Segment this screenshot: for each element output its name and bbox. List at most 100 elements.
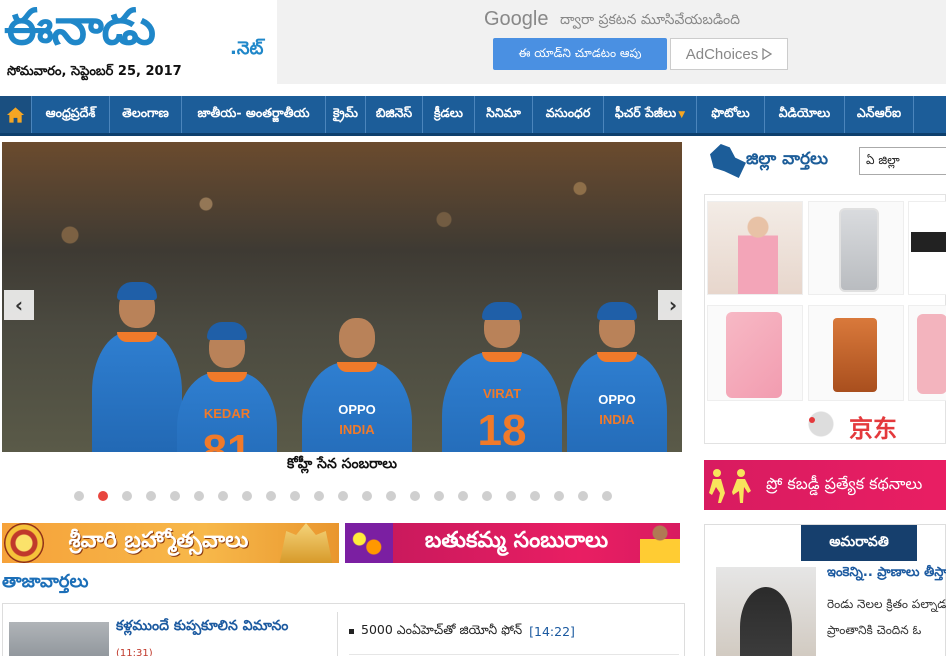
nav-label: క్రీడలు bbox=[434, 105, 463, 120]
jd-mascot-icon bbox=[799, 409, 843, 439]
bullet-icon bbox=[349, 629, 354, 634]
google-logo: Google bbox=[484, 8, 549, 30]
latest-news-box: కళ్లముందే కుప్పకూలిన విమానం (11:31) 5000… bbox=[2, 603, 685, 656]
news-thumbnail[interactable] bbox=[9, 622, 109, 656]
slide-caption[interactable]: కోహ్లీ సేన సంబరాలు bbox=[2, 456, 682, 475]
nav-label: ఆంధ్రప్రదేశ్ bbox=[45, 105, 96, 120]
slider-dot[interactable] bbox=[266, 491, 276, 501]
bathukamma-banner[interactable]: బతుకమ్మ సంబురాలు bbox=[345, 523, 680, 563]
slider-dot[interactable] bbox=[602, 491, 612, 501]
banner-text: బతుకమ్మ సంబురాలు bbox=[424, 528, 609, 553]
nav-nri[interactable]: ఎన్ఆర్ఐ bbox=[845, 96, 914, 133]
district-title[interactable]: జిల్లా వార్తలు bbox=[746, 149, 828, 173]
nav-label: సినిమా bbox=[486, 105, 521, 120]
nav-cinema[interactable]: సినిమా bbox=[475, 96, 533, 133]
slider-dot[interactable] bbox=[554, 491, 564, 501]
tab-amaravati[interactable]: అమరావతి bbox=[801, 525, 917, 561]
nav-national-international[interactable]: జాతీయ- అంతర్జాతీయ bbox=[182, 96, 326, 133]
slider-dot[interactable] bbox=[530, 491, 540, 501]
slider-dot[interactable] bbox=[146, 491, 156, 501]
news-time: (11:31) bbox=[116, 648, 153, 656]
news-summary: రెండు నెలల క్రితం పల్నాడు bbox=[827, 597, 946, 611]
slider-dot[interactable] bbox=[362, 491, 372, 501]
player-virat: VIRAT 18 bbox=[442, 302, 562, 452]
nav-vasundhara[interactable]: వసుంధర bbox=[533, 96, 604, 133]
google-ad-box: Google ద్వారా ప్రకటన మూసివేయబడింది ఈ యాడ… bbox=[277, 0, 946, 84]
slider-dot[interactable] bbox=[434, 491, 444, 501]
slider-dot[interactable] bbox=[506, 491, 516, 501]
product-image[interactable] bbox=[908, 201, 946, 295]
nav-telangana[interactable]: తెలంగాణ bbox=[110, 96, 182, 133]
news-time: [14:22] bbox=[529, 624, 575, 639]
logo-text: ఈనాడు bbox=[4, 0, 156, 56]
nav-videos[interactable]: వీడియోలు bbox=[765, 96, 845, 133]
nav-sports[interactable]: క్రీడలు bbox=[423, 96, 475, 133]
jersey-country: INDIA bbox=[599, 412, 635, 427]
adchoices-icon bbox=[762, 48, 773, 60]
jersey-number: 18 bbox=[477, 406, 527, 452]
kabaddi-banner[interactable]: ప్రో కబడ్డీ ప్రత్యేక కథనాలు bbox=[704, 460, 946, 510]
slider-dot[interactable] bbox=[170, 491, 180, 501]
news-summary: ప్రాంతానికి చెందిన ఓ bbox=[827, 623, 922, 637]
chevron-left-icon: ‹ bbox=[14, 293, 24, 317]
slider-next-button[interactable]: › bbox=[658, 290, 682, 320]
brahmotsavam-banner[interactable]: శ్రీవారి బ్రహ్మోత్సవాలు bbox=[2, 523, 339, 563]
product-image[interactable] bbox=[908, 305, 946, 401]
amaravati-section: అమరావతి ఇంకెన్ని.. ప్రాణాలు తీస్తారు రెం… bbox=[704, 524, 946, 656]
jd-logo: 京东 bbox=[849, 415, 897, 443]
latest-news-title[interactable]: తాజావార్తలు bbox=[2, 571, 88, 596]
slider-dot[interactable] bbox=[578, 491, 588, 501]
product-image[interactable] bbox=[707, 201, 803, 295]
nav-andhra-pradesh[interactable]: ఆంధ్రప్రదేశ్ bbox=[32, 96, 110, 133]
nav-home[interactable] bbox=[0, 96, 32, 133]
news-headline[interactable]: కళ్లముందే కుప్పకూలిన విమానం bbox=[116, 618, 288, 637]
slider-prev-button[interactable]: ‹ bbox=[4, 290, 34, 320]
site-logo[interactable]: ఈనాడు .నెట్ bbox=[4, 0, 274, 64]
district-news: జిల్లా వార్తలు ఏ జిల్లా bbox=[704, 142, 946, 182]
slider-dot[interactable] bbox=[458, 491, 468, 501]
slider-dot[interactable] bbox=[410, 491, 420, 501]
nav-label: తెలంగాణ bbox=[122, 105, 169, 120]
current-date: సోమవారం, సెప్టెంబర్ 25, 2017 bbox=[7, 64, 182, 79]
news-headline[interactable]: ఇంకెన్ని.. ప్రాణాలు తీస్తారు bbox=[827, 565, 946, 583]
slider-dot[interactable] bbox=[242, 491, 252, 501]
home-icon bbox=[6, 106, 25, 123]
slider-dot[interactable] bbox=[290, 491, 300, 501]
list-item[interactable]: 5000 ఎంఏహెచ్‌తో జియోనీ ఫోన్ [14:22] bbox=[349, 622, 575, 641]
jersey-name: KEDAR bbox=[203, 406, 251, 421]
slider-dot[interactable] bbox=[338, 491, 348, 501]
temple-icon bbox=[279, 523, 333, 563]
slider-dot[interactable] bbox=[314, 491, 324, 501]
product-image[interactable] bbox=[808, 201, 904, 295]
nav-label: ఎన్ఆర్ఐ bbox=[856, 105, 902, 120]
slider-dot[interactable] bbox=[194, 491, 204, 501]
news-slider[interactable]: KEDAR 81 OPPO INDIA VIRAT 18 OPPO INDIA … bbox=[2, 142, 682, 452]
district-select[interactable]: ఏ జిల్లా bbox=[859, 147, 946, 175]
jd-mascot-accent bbox=[809, 417, 815, 423]
product-image[interactable] bbox=[808, 305, 904, 401]
player-figure bbox=[92, 282, 182, 452]
ap-map-icon bbox=[710, 144, 746, 178]
news-thumbnail[interactable] bbox=[716, 567, 816, 656]
nav-label: బిజినెస్ bbox=[375, 105, 413, 120]
jd-ad[interactable]: 京东 bbox=[704, 194, 946, 444]
slider-dot[interactable] bbox=[386, 491, 396, 501]
nav-label: వీడియోలు bbox=[778, 105, 831, 120]
stop-ad-button[interactable]: ఈ యాడ్‌ని చూడటం ఆపు bbox=[493, 38, 667, 70]
slider-dot[interactable] bbox=[482, 491, 492, 501]
adchoices-button[interactable]: AdChoices bbox=[670, 38, 788, 70]
nav-feature-pages[interactable]: ఫీచర్ పేజీలు ▼ bbox=[604, 96, 697, 133]
jersey-sponsor: OPPO bbox=[598, 392, 636, 407]
slider-dot[interactable] bbox=[74, 491, 84, 501]
news-link[interactable]: 5000 ఎంఏహెచ్‌తో జియోనీ ఫోన్ bbox=[361, 622, 522, 641]
slider-dot[interactable] bbox=[218, 491, 228, 501]
nav-label: క్రైమ్ bbox=[332, 105, 358, 120]
ad-closed-text: ద్వారా ప్రకటన మూసివేయబడింది bbox=[560, 12, 741, 28]
slider-dot[interactable] bbox=[98, 491, 108, 501]
nav-business[interactable]: బిజినెస్ bbox=[366, 96, 423, 133]
nav-crime[interactable]: క్రైమ్ bbox=[326, 96, 366, 133]
slider-dot[interactable] bbox=[122, 491, 132, 501]
nav-photos[interactable]: ఫొటోలు bbox=[697, 96, 765, 133]
divider bbox=[337, 612, 338, 656]
product-image[interactable] bbox=[707, 305, 803, 401]
